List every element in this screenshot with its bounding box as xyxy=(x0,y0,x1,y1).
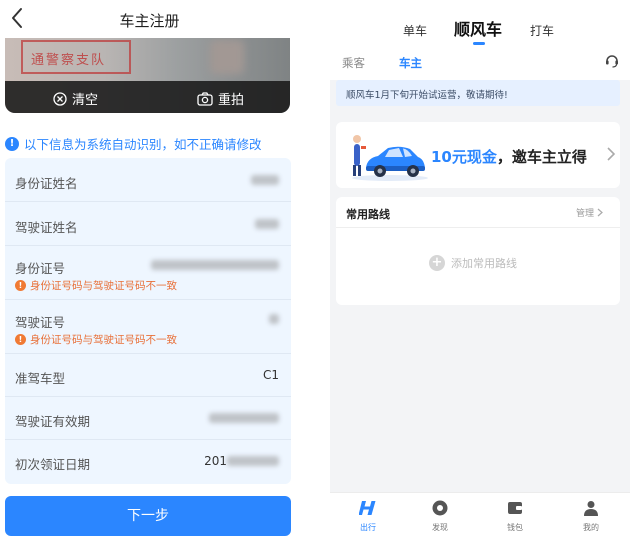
add-route-button[interactable]: + 添加常用路线 xyxy=(429,255,517,271)
driver-registration-screen: 车主注册 通警察支队 清空 重拍 ! 以下信息为系统自动识别，如不正确请修改 身… xyxy=(0,0,299,547)
photo-action-bar: 清空 重拍 xyxy=(5,81,290,113)
manage-label: 管理 xyxy=(576,209,595,219)
blurred-value xyxy=(251,175,279,185)
screen-divider xyxy=(299,0,330,547)
form-row-license-number[interactable]: 驾驶证号 ! 身份证号码与驾驶证号码不一致 xyxy=(5,300,291,354)
tabbar-item-discover[interactable]: 发现 xyxy=(410,499,470,533)
row-value: C1 xyxy=(262,368,279,382)
row-label: 身份证姓名 xyxy=(15,176,78,191)
tab-taxi[interactable]: 打车 xyxy=(530,22,554,39)
blurred-value xyxy=(151,260,279,270)
subtab-driver[interactable]: 车主 xyxy=(399,55,422,71)
routes-title: 常用路线 xyxy=(346,208,390,221)
id-mismatch-error: ! 身份证号码与驾驶证号码不一致 xyxy=(15,278,177,293)
wallet-icon xyxy=(508,502,522,514)
car-illustration-icon xyxy=(352,135,428,181)
add-route-label: 添加常用路线 xyxy=(451,257,517,270)
error-text: 身份证号码与驾驶证号码不一致 xyxy=(30,280,177,292)
retake-button[interactable]: 重拍 xyxy=(197,89,244,108)
tab-carpool[interactable]: 顺风车 xyxy=(454,16,502,40)
discover-icon xyxy=(432,500,448,516)
trial-notice-banner: 顺风车1月下旬开始试运营，敬请期待! xyxy=(336,80,620,106)
tabbar-item-wallet[interactable]: 钱包 xyxy=(485,499,545,533)
row-label: 身份证号 xyxy=(15,261,66,276)
camera-icon xyxy=(197,91,213,106)
license-mismatch-error: ! 身份证号码与驾驶证号码不一致 xyxy=(15,332,177,347)
warning-icon: ! xyxy=(15,334,26,345)
form-row-vehicle-class[interactable]: 准驾车型 C1 xyxy=(5,354,291,397)
info-icon: ! xyxy=(5,136,19,151)
tabbar-label: 出行 xyxy=(360,523,376,532)
row-label: 驾驶证号 xyxy=(15,315,66,330)
routes-divider xyxy=(336,227,620,228)
form-row-license-name[interactable]: 驾驶证姓名 xyxy=(5,202,291,246)
nav-bar: 车主注册 xyxy=(0,0,299,38)
tabbar-item-ride[interactable]: 出行 xyxy=(338,499,398,533)
chevron-right-icon xyxy=(607,147,616,161)
carpool-home-screen: 单车 顺风车 打车 乘客 车主 顺风车1月下旬开始试运营，敬请期待! 10元现金… xyxy=(330,0,630,547)
tabbar-label: 钱包 xyxy=(507,523,523,532)
subtab-passenger[interactable]: 乘客 xyxy=(342,55,365,71)
blurred-value xyxy=(209,413,279,423)
profile-icon xyxy=(584,501,598,516)
tabbar-item-profile[interactable]: 我的 xyxy=(561,499,621,533)
clear-button[interactable]: 清空 xyxy=(53,89,98,108)
plus-icon: + xyxy=(429,255,445,271)
next-step-button[interactable]: 下一步 xyxy=(5,496,291,536)
error-text: 身份证号码与驾驶证号码不一致 xyxy=(30,334,177,346)
warning-icon: ! xyxy=(15,280,26,291)
license-info-form: 身份证姓名 驾驶证姓名 身份证号 ! 身份证号码与驾驶证号码不一致 驾驶证号 !… xyxy=(5,158,291,484)
form-row-first-issue-date[interactable]: 初次领证日期 201 xyxy=(5,440,291,484)
row-label: 驾驶证有效期 xyxy=(15,414,91,429)
row-label: 初次领证日期 xyxy=(15,457,91,472)
license-stamp: 通警察支队 xyxy=(21,40,131,74)
blurred-portrait xyxy=(210,40,244,74)
chevron-right-icon xyxy=(597,208,603,217)
promo-rest: ，邀车主立得 xyxy=(496,148,587,166)
form-row-id-name[interactable]: 身份证姓名 xyxy=(5,158,291,202)
tabbar-label: 我的 xyxy=(583,523,599,532)
headset-icon[interactable] xyxy=(604,52,620,68)
clear-label: 清空 xyxy=(72,93,99,108)
manage-routes-link[interactable]: 管理 xyxy=(576,206,603,219)
invite-driver-banner[interactable]: 10元现金，邀车主立得 xyxy=(336,122,620,188)
top-bar: 单车 顺风车 打车 乘客 车主 xyxy=(330,0,630,80)
row-value: 201 xyxy=(204,454,227,468)
blurred-value xyxy=(227,456,279,466)
page-title: 车主注册 xyxy=(119,12,180,30)
promo-amount: 10元现金 xyxy=(431,148,497,166)
bottom-tab-bar: 出行 发现 钱包 我的 xyxy=(330,492,630,547)
blurred-value xyxy=(269,314,279,324)
auto-recognition-hint: ! 以下信息为系统自动识别，如不正确请修改 xyxy=(5,134,297,153)
retake-label: 重拍 xyxy=(218,93,245,108)
form-row-id-number[interactable]: 身份证号 ! 身份证号码与驾驶证号码不一致 xyxy=(5,246,291,300)
tab-bike[interactable]: 单车 xyxy=(403,22,427,39)
row-label: 准驾车型 xyxy=(15,371,66,386)
hint-text: 以下信息为系统自动识别，如不正确请修改 xyxy=(24,137,262,152)
frequent-routes-card: 常用路线 管理 + 添加常用路线 xyxy=(336,197,620,305)
ride-icon xyxy=(359,501,376,515)
tabbar-label: 发现 xyxy=(432,523,448,532)
license-photo: 通警察支队 清空 重拍 xyxy=(5,38,290,113)
promo-text: 10元现金，邀车主立得 xyxy=(431,146,587,167)
active-tab-indicator xyxy=(473,42,485,45)
clear-icon xyxy=(53,91,67,106)
row-label: 驾驶证姓名 xyxy=(15,220,78,235)
form-row-license-validity[interactable]: 驾驶证有效期 xyxy=(5,397,291,440)
blurred-value xyxy=(255,219,279,229)
